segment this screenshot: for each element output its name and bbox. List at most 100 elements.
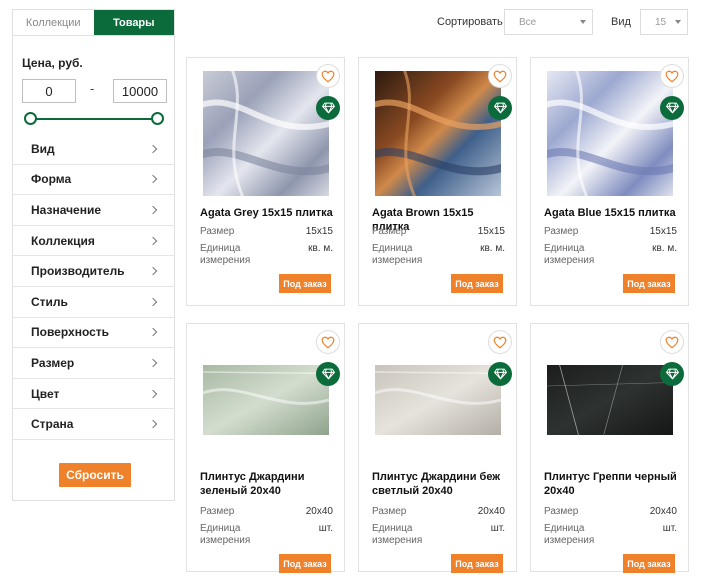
filter-item-label: Поверхность [31, 325, 110, 340]
spec-size-value: 15x15 [477, 226, 505, 237]
price-max-input[interactable] [113, 79, 167, 103]
filter-item[interactable]: Коллекция [13, 226, 174, 257]
order-button[interactable]: Под заказ [451, 554, 503, 573]
spec-size-label: Размер [200, 506, 235, 517]
spec-size-value: 15x15 [305, 226, 333, 237]
filter-item-label: Размер [31, 355, 75, 370]
premium-badge [488, 96, 512, 120]
spec-unit-row: Единица измерения шт. [200, 523, 333, 547]
filter-item[interactable]: Вид [13, 134, 174, 165]
filter-sidebar: Цена, руб. - Вид Форма Назначение Коллекция… [12, 36, 175, 501]
product-card[interactable]: Agata Grey 15x15 плитка Размер 15x15 Единиц… [186, 57, 345, 306]
order-button[interactable]: Под заказ [279, 274, 331, 293]
price-slider-min-handle[interactable] [24, 112, 37, 125]
product-card[interactable]: Agata Brown 15x15 плитка Размер 15x15 Едини… [358, 57, 517, 306]
add-to-favorites-button[interactable] [488, 64, 512, 88]
spec-unit-value: шт. [490, 523, 505, 534]
spec-unit-row: Единица измерения кв. м. [200, 243, 333, 267]
view-tabs: Коллекции Товары [12, 9, 175, 36]
filter-item[interactable]: Стиль [13, 287, 174, 318]
add-to-favorites-button[interactable] [488, 330, 512, 354]
filter-item-label: Страна [31, 417, 74, 432]
chevron-right-icon [148, 144, 158, 154]
product-card[interactable]: Agata Blue 15x15 плитка Размер 15x15 Единиц… [530, 57, 689, 306]
diamond-icon [665, 102, 679, 114]
product-title[interactable]: Плинтус Греппи черный 20x40 [544, 470, 684, 498]
sort-select[interactable]: Все [504, 9, 593, 35]
price-slider-max-handle[interactable] [151, 112, 164, 125]
heart-icon [493, 70, 507, 83]
add-to-favorites-button[interactable] [660, 64, 684, 88]
product-card[interactable]: Плинтус Джардини беж светлый 20x40 Размер… [358, 323, 517, 573]
product-image[interactable] [547, 71, 673, 196]
spec-unit-value: кв. м. [480, 243, 505, 254]
product-card[interactable]: Плинтус Греппи черный 20x40 Размер 20x40 Ед… [530, 323, 689, 573]
price-slider-track[interactable] [30, 118, 158, 120]
premium-badge [316, 96, 340, 120]
spec-size-row: Размер 15x15 [544, 226, 677, 238]
tab-collections[interactable]: Коллекции [13, 10, 94, 35]
spec-size-row: Размер 15x15 [200, 226, 333, 238]
product-image[interactable] [375, 71, 501, 196]
order-button[interactable]: Под заказ [279, 554, 331, 573]
order-button[interactable]: Под заказ [623, 274, 675, 293]
spec-unit-label: Единица измерения [200, 243, 251, 266]
product-title[interactable]: Плинтус Джардини беж светлый 20x40 [372, 470, 512, 498]
filter-item[interactable]: Производитель [13, 256, 174, 287]
chevron-right-icon [148, 419, 158, 429]
product-title[interactable]: Agata Grey 15x15 плитка [200, 206, 340, 220]
spec-unit-label: Единица измерения [544, 243, 595, 266]
premium-badge [660, 362, 684, 386]
spec-size-value: 20x40 [477, 506, 505, 517]
sort-select-value: Все [519, 16, 537, 28]
spec-size-row: Размер 20x40 [544, 506, 677, 518]
premium-badge [660, 96, 684, 120]
spec-unit-label: Единица измерения [200, 523, 251, 546]
filter-item[interactable]: Поверхность [13, 318, 174, 349]
chevron-right-icon [148, 297, 158, 307]
diamond-icon [493, 102, 507, 114]
heart-icon [665, 70, 679, 83]
spec-unit-value: кв. м. [308, 243, 333, 254]
spec-unit-value: шт. [318, 523, 333, 534]
add-to-favorites-button[interactable] [316, 330, 340, 354]
price-filter-title: Цена, руб. [22, 56, 83, 70]
filter-item[interactable]: Форма [13, 165, 174, 196]
add-to-favorites-button[interactable] [660, 330, 684, 354]
add-to-favorites-button[interactable] [316, 64, 340, 88]
spec-unit-value: шт. [662, 523, 677, 534]
product-image[interactable] [547, 365, 673, 435]
spec-unit-row: Единица измерения шт. [544, 523, 677, 547]
filter-item[interactable]: Цвет [13, 379, 174, 410]
reset-filters-button[interactable]: Сбросить [59, 463, 131, 487]
spec-size-label: Размер [372, 506, 407, 517]
order-button[interactable]: Под заказ [623, 554, 675, 573]
tab-products[interactable]: Товары [93, 10, 174, 35]
premium-badge [488, 362, 512, 386]
product-card[interactable]: Плинтус Джардини зеленый 20x40 Размер 20x4… [186, 323, 345, 573]
filter-item-label: Производитель [31, 264, 125, 279]
chevron-right-icon [148, 175, 158, 184]
chevron-right-icon [148, 358, 158, 368]
filter-item[interactable]: Размер [13, 348, 174, 379]
spec-size-label: Размер [544, 226, 579, 237]
price-range-dash: - [90, 81, 95, 96]
product-image[interactable] [375, 365, 501, 435]
spec-unit-value: кв. м. [652, 243, 677, 254]
price-min-input[interactable] [22, 79, 76, 103]
diamond-icon [321, 368, 335, 380]
filter-item[interactable]: Назначение [13, 195, 174, 226]
spec-unit-row: Единица измерения кв. м. [372, 243, 505, 267]
product-image[interactable] [203, 71, 329, 196]
spec-unit-row: Единица измерения кв. м. [544, 243, 677, 267]
caret-down-icon [580, 20, 586, 24]
spec-unit-label: Единица измерения [372, 523, 423, 546]
filter-item[interactable]: Страна [13, 409, 174, 440]
spec-unit-row: Единица измерения шт. [372, 523, 505, 547]
per-page-select[interactable]: 15 [640, 9, 688, 35]
product-title[interactable]: Плинтус Джардини зеленый 20x40 [200, 470, 340, 498]
filter-item-label: Цвет [31, 386, 60, 401]
order-button[interactable]: Под заказ [451, 274, 503, 293]
product-image[interactable] [203, 365, 329, 435]
product-title[interactable]: Agata Blue 15x15 плитка [544, 206, 684, 220]
